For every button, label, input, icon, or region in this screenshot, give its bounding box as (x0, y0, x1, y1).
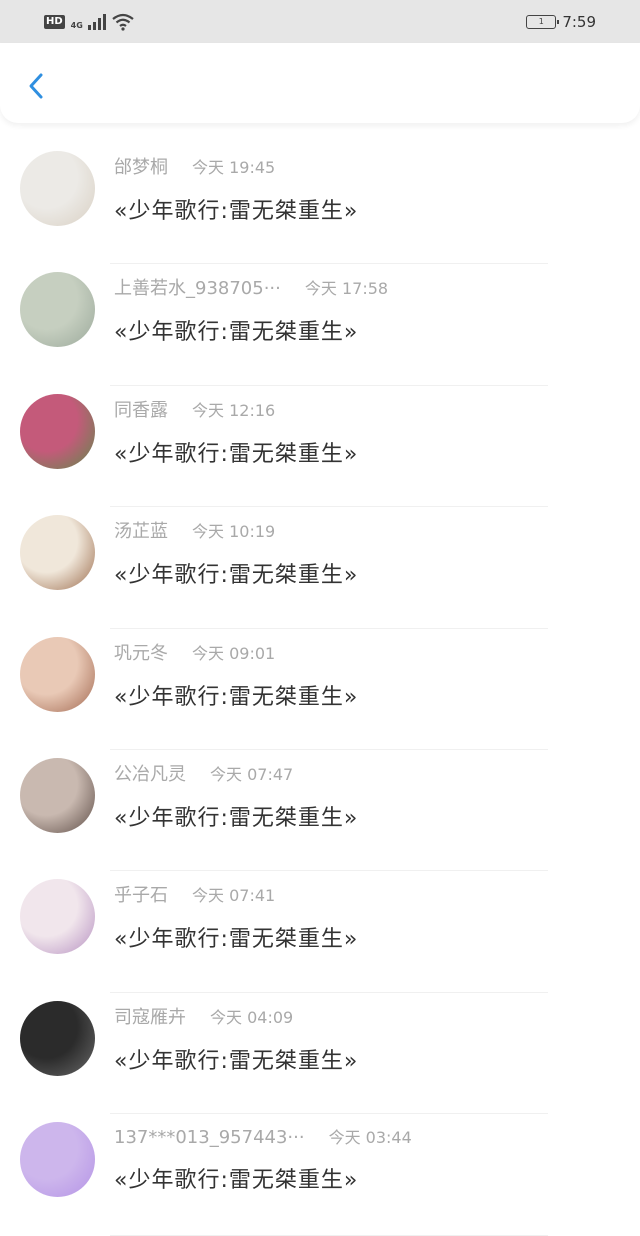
message-text-block: 公冶凡灵 今天 07:47 «少年歌行:雷无桀重生» (114, 760, 620, 832)
sender-name: 巩元冬 (114, 642, 168, 664)
message-time: 今天 19:45 (192, 158, 276, 177)
list-item[interactable]: 乎子石 今天 07:41 «少年歌行:雷无桀重生» (0, 871, 640, 993)
list-item[interactable]: 巩元冬 今天 09:01 «少年歌行:雷无桀重生» (0, 629, 640, 750)
status-right: 1 7:59 (526, 13, 596, 31)
sender-name: 公冶凡灵 (114, 763, 186, 785)
message-preview: «少年歌行:雷无桀重生» (114, 441, 359, 467)
list-item[interactable]: 司寇雁卉 今天 04:09 «少年歌行:雷无桀重生» (0, 993, 640, 1115)
message-time: 今天 03:44 (328, 1128, 412, 1148)
message-meta: 邰梦桐 今天 19:45 (114, 153, 620, 179)
message-preview: «少年歌行:雷无桀重生» (114, 684, 359, 710)
message-time: 今天 07:41 (192, 886, 276, 906)
sender-name: 司寇雁卉 (114, 1006, 186, 1028)
top-bar (0, 43, 640, 123)
message-meta: 公冶凡灵 今天 07:47 (114, 760, 620, 786)
message-time: 今天 09:01 (192, 643, 276, 663)
message-meta: 137***013_957443··· 今天 03:44 (114, 1124, 620, 1148)
wifi-icon (112, 13, 134, 31)
avatar[interactable] (20, 1000, 95, 1076)
sender-name: 邰梦桐 (114, 157, 168, 178)
sender-name: 同香露 (114, 399, 168, 421)
chevron-left-icon[interactable] (22, 71, 52, 101)
hd-badge: HD (44, 14, 65, 29)
sender-name: 上善若水_938705··· (114, 278, 281, 300)
message-text-block: 巩元冬 今天 09:01 «少年歌行:雷无桀重生» (114, 639, 620, 711)
avatar[interactable] (20, 515, 95, 591)
message-meta: 同香露 今天 12:16 (114, 396, 620, 422)
message-meta: 乎子石 今天 07:41 (114, 881, 620, 907)
avatar[interactable] (20, 757, 95, 833)
message-text-block: 上善若水_938705··· 今天 17:58 «少年歌行:雷无桀重生» (114, 274, 620, 346)
message-time: 今天 10:19 (192, 522, 276, 542)
message-text-block: 司寇雁卉 今天 04:09 «少年歌行:雷无桀重生» (114, 1003, 620, 1075)
message-text-block: 乎子石 今天 07:41 «少年歌行:雷无桀重生» (114, 881, 620, 953)
divider (110, 1234, 548, 1236)
sender-name: 汤芷蓝 (114, 521, 168, 543)
message-list: 邰梦桐 今天 19:45 «少年歌行:雷无桀重生» 上善若水_938705··· 今天 … (0, 143, 640, 1236)
list-item[interactable]: 公冶凡灵 今天 07:47 «少年歌行:雷无桀重生» (0, 750, 640, 872)
message-text-block: 汤芷蓝 今天 10:19 «少年歌行:雷无桀重生» (114, 517, 620, 589)
avatar[interactable] (20, 1122, 95, 1198)
list-item[interactable]: 上善若水_938705··· 今天 17:58 «少年歌行:雷无桀重生» (0, 264, 640, 386)
message-preview: «少年歌行:雷无桀重生» (114, 1168, 359, 1194)
message-meta: 汤芷蓝 今天 10:19 (114, 517, 620, 543)
status-bar: HD 4G 1 7:59 (0, 0, 640, 43)
avatar[interactable] (20, 393, 95, 469)
message-preview: «少年歌行:雷无桀重生» (114, 805, 359, 831)
avatar[interactable] (20, 151, 95, 226)
message-meta: 巩元冬 今天 09:01 (114, 639, 620, 665)
sender-name: 乎子石 (114, 885, 168, 907)
message-preview: «少年歌行:雷无桀重生» (114, 1048, 359, 1074)
list-item[interactable]: 邰梦桐 今天 19:45 «少年歌行:雷无桀重生» (0, 143, 640, 265)
battery-level: 1 (538, 17, 544, 26)
avatar[interactable] (20, 272, 95, 348)
message-time: 今天 12:16 (192, 400, 276, 420)
message-preview: «少年歌行:雷无桀重生» (114, 199, 359, 224)
avatar[interactable] (20, 636, 95, 712)
network-type: 4G (70, 20, 83, 30)
message-text-block: 邰梦桐 今天 19:45 «少年歌行:雷无桀重生» (114, 153, 620, 225)
signal-icon (87, 13, 106, 30)
status-left: HD 4G (44, 13, 135, 31)
list-item[interactable]: 同香露 今天 12:16 «少年歌行:雷无桀重生» (0, 386, 640, 508)
status-time: 7:59 (562, 12, 596, 31)
message-time: 今天 04:09 (210, 1007, 294, 1027)
sender-name: 137***013_957443··· (114, 1127, 305, 1149)
message-time: 今天 17:58 (304, 279, 389, 299)
message-preview: «少年歌行:雷无桀重生» (114, 320, 359, 346)
battery-icon: 1 (526, 14, 560, 29)
message-preview: «少年歌行:雷无桀重生» (114, 563, 359, 589)
list-item[interactable]: 137***013_957443··· 今天 03:44 «少年歌行:雷无桀重生» (0, 1114, 640, 1236)
message-meta: 上善若水_938705··· 今天 17:58 (114, 274, 620, 300)
list-item[interactable]: 汤芷蓝 今天 10:19 «少年歌行:雷无桀重生» (0, 507, 640, 629)
message-meta: 司寇雁卉 今天 04:09 (114, 1003, 620, 1029)
avatar[interactable] (20, 879, 95, 955)
message-time: 今天 07:47 (210, 764, 294, 784)
message-preview: «少年歌行:雷无桀重生» (114, 927, 359, 953)
message-text-block: 同香露 今天 12:16 «少年歌行:雷无桀重生» (114, 396, 620, 468)
message-text-block: 137***013_957443··· 今天 03:44 «少年歌行:雷无桀重生» (114, 1124, 620, 1194)
